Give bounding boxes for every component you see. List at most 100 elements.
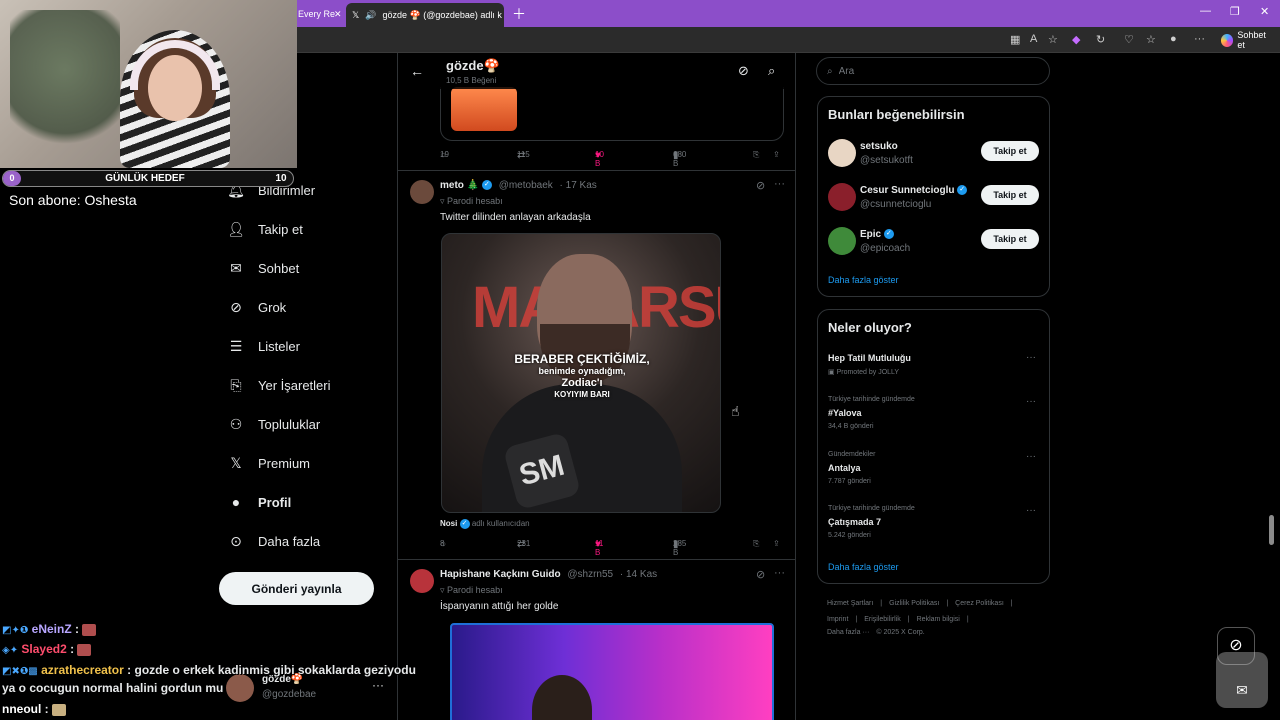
grok-icon[interactable]: ⊘ [756,179,765,192]
favorite-star-icon[interactable]: ☆ [1048,33,1058,46]
nav-item-lists[interactable]: ☰ Listeler [228,334,300,358]
tab-close-icon[interactable]: ✕ [334,3,346,25]
split-screen-icon[interactable]: ▦ [1010,33,1020,46]
back-arrow-icon[interactable]: ← [410,63,424,79]
footer-link[interactable]: Daha fazla ··· [827,629,869,636]
refresh-extension-icon[interactable]: ↻ [1096,33,1105,46]
browser-essentials-icon[interactable]: ♡ [1124,33,1134,46]
read-aloud-icon[interactable]: A [1030,33,1037,45]
show-more-link[interactable]: Daha fazla göster [828,562,899,572]
previous-tweet-media[interactable] [440,87,784,141]
browser-tab-active[interactable]: 𝕏 🔊 gözde 🍄 (@gozdebae) adlı k ✕ [346,3,504,27]
tweet-author[interactable]: Hapishane Kaçkını Guido @shzrn55 · 14 Ka… [440,569,657,580]
messages-float-button[interactable]: ✉ [1216,652,1268,708]
nav-item-messages[interactable]: ✉ Sohbet [228,256,299,280]
copilot-chat-button[interactable]: Sohbet et [1215,30,1280,50]
more-icon[interactable]: ··· [1026,352,1036,363]
speaker-icon[interactable]: 🔊 [365,10,376,21]
show-more-link[interactable]: Daha fazla göster [828,275,899,285]
more-icon[interactable]: ··· [774,178,785,190]
follow-suggestion[interactable]: setsuko @setsukotft Takip et [818,137,1049,173]
footer-link[interactable]: Gizlilik Politikası [889,600,939,607]
media-thumbnail[interactable] [451,87,517,131]
favorites-icon[interactable]: ☆ [1146,33,1156,46]
bookmark-icon[interactable]: ⎘ [753,539,759,549]
trend-title: Çatışmada 7 [828,517,882,527]
chat-text: : [70,642,75,656]
verified-icon: ✓ [459,519,470,529]
nav-item-follow[interactable]: 👤︎ Takip et [227,217,303,241]
footer-link[interactable]: Erişilebilirlik [864,616,901,623]
trend-item[interactable]: Hep Tatil Mutluluğu ▣ Promoted by JOLLY … [818,352,1049,394]
scrollbar[interactable] [1269,515,1274,545]
post-button[interactable]: Gönderi yayınla [219,572,374,605]
more-icon[interactable]: ··· [1026,505,1036,516]
chat-message: nneoul : [2,702,67,716]
minimize-icon[interactable]: — [1200,5,1211,17]
chat-message-continued: ya o cocugun normal halini gordun mu [2,681,224,695]
window-close-icon[interactable]: ✕ [1260,5,1269,18]
account-switcher[interactable]: gözde🍄 @gozdebae ··· [226,672,386,706]
chat-username: azrathecreator [41,663,124,677]
nav-item-premium[interactable]: 𝕏 Premium [228,451,310,475]
nav-item-profile[interactable]: ● Profil [228,490,291,514]
more-icon[interactable]: ··· [372,678,384,692]
tweet-video[interactable]: MAKARSU SM BERABER ÇEKTİĞİMİZ, benimde o… [441,233,721,513]
tweet-author[interactable]: meto 🎄 ✓ @metobaek · 17 Kas [440,180,597,191]
trend-item[interactable]: Türkiye tarihinde gündemde #Yalova 34,4 … [818,396,1049,438]
timeline-header: ← gözde🍄 10,5 B Beğeni ⊘ ⌕ [398,53,795,89]
share-icon[interactable]: ⇪ [773,539,780,548]
more-icon[interactable]: ··· [1026,451,1036,462]
follow-button[interactable]: Takip et [981,141,1039,161]
profile-icon[interactable]: ● [1170,33,1177,45]
extension-icon[interactable]: ◆ [1072,33,1080,46]
footer-sep: | [880,600,883,607]
more-icon[interactable]: ··· [1194,33,1205,45]
bookmark-icon[interactable]: ⎘ [753,150,759,160]
trend-item[interactable]: Gündemdekiler Antalya 7.787 gönderi ··· [818,451,1049,493]
footer-link[interactable]: Reklam bilgisi [917,616,960,623]
avatar[interactable] [410,569,434,593]
suggestion-name: Cesur Sunnetcioglu ✓ [860,185,968,196]
search-input[interactable] [838,65,1019,77]
grok-icon[interactable]: ⊘ [756,568,765,581]
chat-username: Slayed2 [21,642,67,656]
video-caption: KOYIYIM BARI [554,390,610,399]
follow-suggestion[interactable]: Epic ✓ @epicoach Takip et [818,225,1049,261]
follow-button[interactable]: Takip et [981,229,1039,249]
maximize-icon[interactable]: ❐ [1230,5,1240,18]
footer-link[interactable]: Imprint [827,616,848,623]
follow-button[interactable]: Takip et [981,185,1039,205]
footer-link[interactable]: Hizmet Şartları [827,600,873,607]
community-note[interactable]: Nosi ✓ adlı kullanıcıdan [440,519,530,529]
new-tab-icon[interactable]: ＋ [512,4,526,24]
parody-label: ▿ Parodi hesabı [440,196,503,206]
video-caption: BERABER ÇEKTİĞİMİZ, [514,352,650,366]
emote-icon [52,703,67,716]
trend-count: 7.787 gönderi [828,478,871,485]
more-icon[interactable]: ··· [1026,396,1036,407]
trend-context: Gündemdekiler [828,451,876,458]
nav-item-communities[interactable]: ⚇ Topluluklar [228,412,320,436]
search-icon[interactable]: ⌕ [768,63,775,79]
daily-goal-bar: 0 GÜNLÜK HEDEF 10 [2,170,294,187]
christmas-tree [10,10,120,160]
share-icon[interactable]: ⇪ [773,150,780,159]
search-box[interactable]: ⌕ [816,57,1050,85]
follow-suggestion[interactable]: Cesur Sunnetcioglu ✓ @csunnetcioglu Taki… [818,181,1049,217]
chat-message: ◩✦❶ eNeinZ : [2,622,97,636]
footer-link[interactable]: Çerez Politikası [955,600,1004,607]
nav-item-bookmarks[interactable]: ⎘ Yer İşaretleri [228,373,330,397]
nav-item-more[interactable]: ⊙ Daha fazla [228,529,320,553]
more-icon[interactable]: ··· [774,567,785,579]
chat-message: ◈✦ Slayed2 : [2,642,92,656]
avatar[interactable] [410,180,434,204]
list-icon: ☰ [229,337,243,354]
trend-context: Türkiye tarihinde gündemde [828,396,915,403]
trend-item[interactable]: Türkiye tarihinde gündemde Çatışmada 7 5… [818,505,1049,547]
nav-item-grok[interactable]: ⊘ Grok [228,295,286,319]
avatar [828,139,856,167]
suggestion-handle: @csunnetcioglu [860,199,932,210]
tweet-video[interactable] [450,623,774,720]
grok-icon[interactable]: ⊘ [738,63,749,79]
